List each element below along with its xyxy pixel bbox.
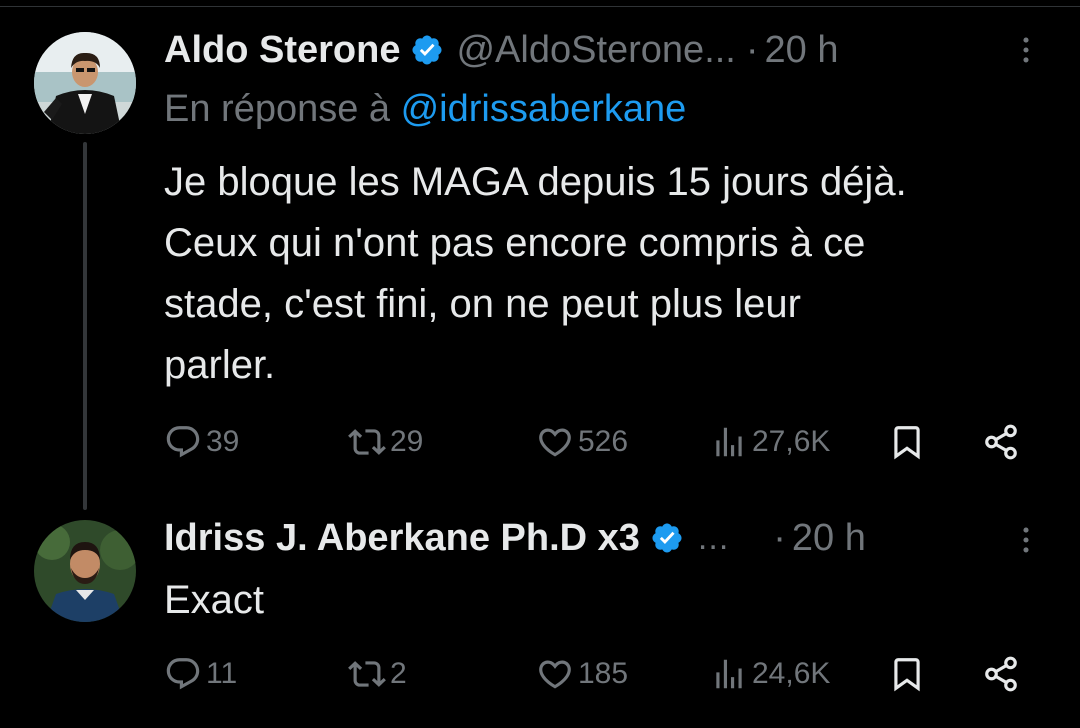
tweet-header: Idriss J. Aberkane Ph.D x3 ... · 20 h	[164, 514, 1044, 562]
author-name[interactable]: Aldo Sterone	[164, 29, 400, 72]
tweet-text-line: parler.	[164, 343, 276, 387]
person-in-suit-avatar-icon	[34, 32, 136, 134]
reply-prefix: En réponse à	[164, 88, 401, 130]
tweet-idriss-aberkane[interactable]: Idriss J. Aberkane Ph.D x3 ... · 20 h Ex…	[0, 500, 1080, 728]
tweet-aldo-sterone[interactable]: Aldo Sterone @AldoSterone... · 20 h En r…	[0, 0, 1080, 510]
views-count: 24,6K	[752, 657, 831, 690]
reply-icon	[164, 423, 202, 461]
reply-context: En réponse à @idrissaberkane	[164, 88, 686, 131]
bookmark-button[interactable]	[888, 418, 926, 466]
tweet-text-line: Je bloque les MAGA depuis 15 jours déjà.	[164, 160, 907, 204]
bearded-man-avatar-icon	[34, 520, 136, 622]
reply-button[interactable]: 39	[164, 418, 239, 466]
reply-mention-link[interactable]: @idrissaberkane	[401, 88, 687, 130]
tweet-text-line: Exact	[164, 578, 265, 622]
avatar-idriss-aberkane[interactable]	[34, 520, 136, 622]
views-count: 27,6K	[752, 425, 831, 458]
reply-icon	[164, 655, 202, 693]
verified-badge-icon[interactable]	[410, 33, 444, 67]
tweet-text-line: Ceux qui n'ont pas encore compris à ce	[164, 221, 866, 265]
bookmark-icon	[888, 655, 926, 693]
tweet-text: Je bloque les MAGA depuis 15 jours déjà.…	[164, 152, 1044, 396]
like-button[interactable]: 526	[536, 418, 628, 466]
views-button[interactable]: 27,6K	[710, 418, 830, 466]
repost-icon	[348, 423, 386, 461]
author-handle[interactable]: @AldoSterone...	[456, 29, 735, 72]
reply-count: 39	[206, 425, 240, 458]
like-button[interactable]: 185	[536, 650, 628, 698]
more-vertical-icon[interactable]	[1008, 522, 1044, 558]
verified-badge-icon[interactable]	[650, 521, 684, 555]
like-count: 185	[578, 657, 629, 690]
repost-count: 29	[390, 425, 424, 458]
share-button[interactable]	[982, 650, 1020, 698]
tweet-text-line: stade, c'est fini, on ne peut plus leur	[164, 282, 801, 326]
reply-count: 11	[206, 657, 238, 690]
thread-connector-line	[83, 142, 87, 510]
share-icon	[982, 423, 1020, 461]
tweet-text: Exact	[164, 570, 1044, 631]
tweet-actions-bar: 39 29 526 27,6K	[164, 418, 1044, 466]
author-name[interactable]: Idriss J. Aberkane Ph.D x3	[164, 517, 640, 560]
share-button[interactable]	[982, 418, 1020, 466]
views-button[interactable]: 24,6K	[710, 650, 830, 698]
repost-icon	[348, 655, 386, 693]
bookmark-icon	[888, 423, 926, 461]
views-chart-icon	[710, 423, 748, 461]
reply-button[interactable]: 11	[164, 650, 237, 698]
like-count: 526	[578, 425, 629, 458]
repost-button[interactable]: 29	[348, 418, 423, 466]
more-vertical-icon[interactable]	[1008, 32, 1044, 68]
tweet-timestamp[interactable]: 20 h	[765, 29, 839, 72]
share-icon	[982, 655, 1020, 693]
bookmark-button[interactable]	[888, 650, 926, 698]
separator-dot: ·	[773, 516, 786, 559]
avatar-aldo-sterone[interactable]	[34, 32, 136, 134]
heart-icon	[536, 655, 574, 693]
name-truncation-ellipsis: ...	[697, 518, 730, 557]
repost-count: 2	[390, 657, 407, 690]
tweet-actions-bar: 11 2 185 24,6K	[164, 650, 1044, 698]
heart-icon	[536, 423, 574, 461]
repost-button[interactable]: 2	[348, 650, 407, 698]
views-chart-icon	[710, 655, 748, 693]
tweet-timestamp[interactable]: 20 h	[792, 517, 866, 560]
separator-dot: ·	[745, 28, 759, 71]
tweet-header: Aldo Sterone @AldoSterone... · 20 h	[164, 26, 1044, 74]
